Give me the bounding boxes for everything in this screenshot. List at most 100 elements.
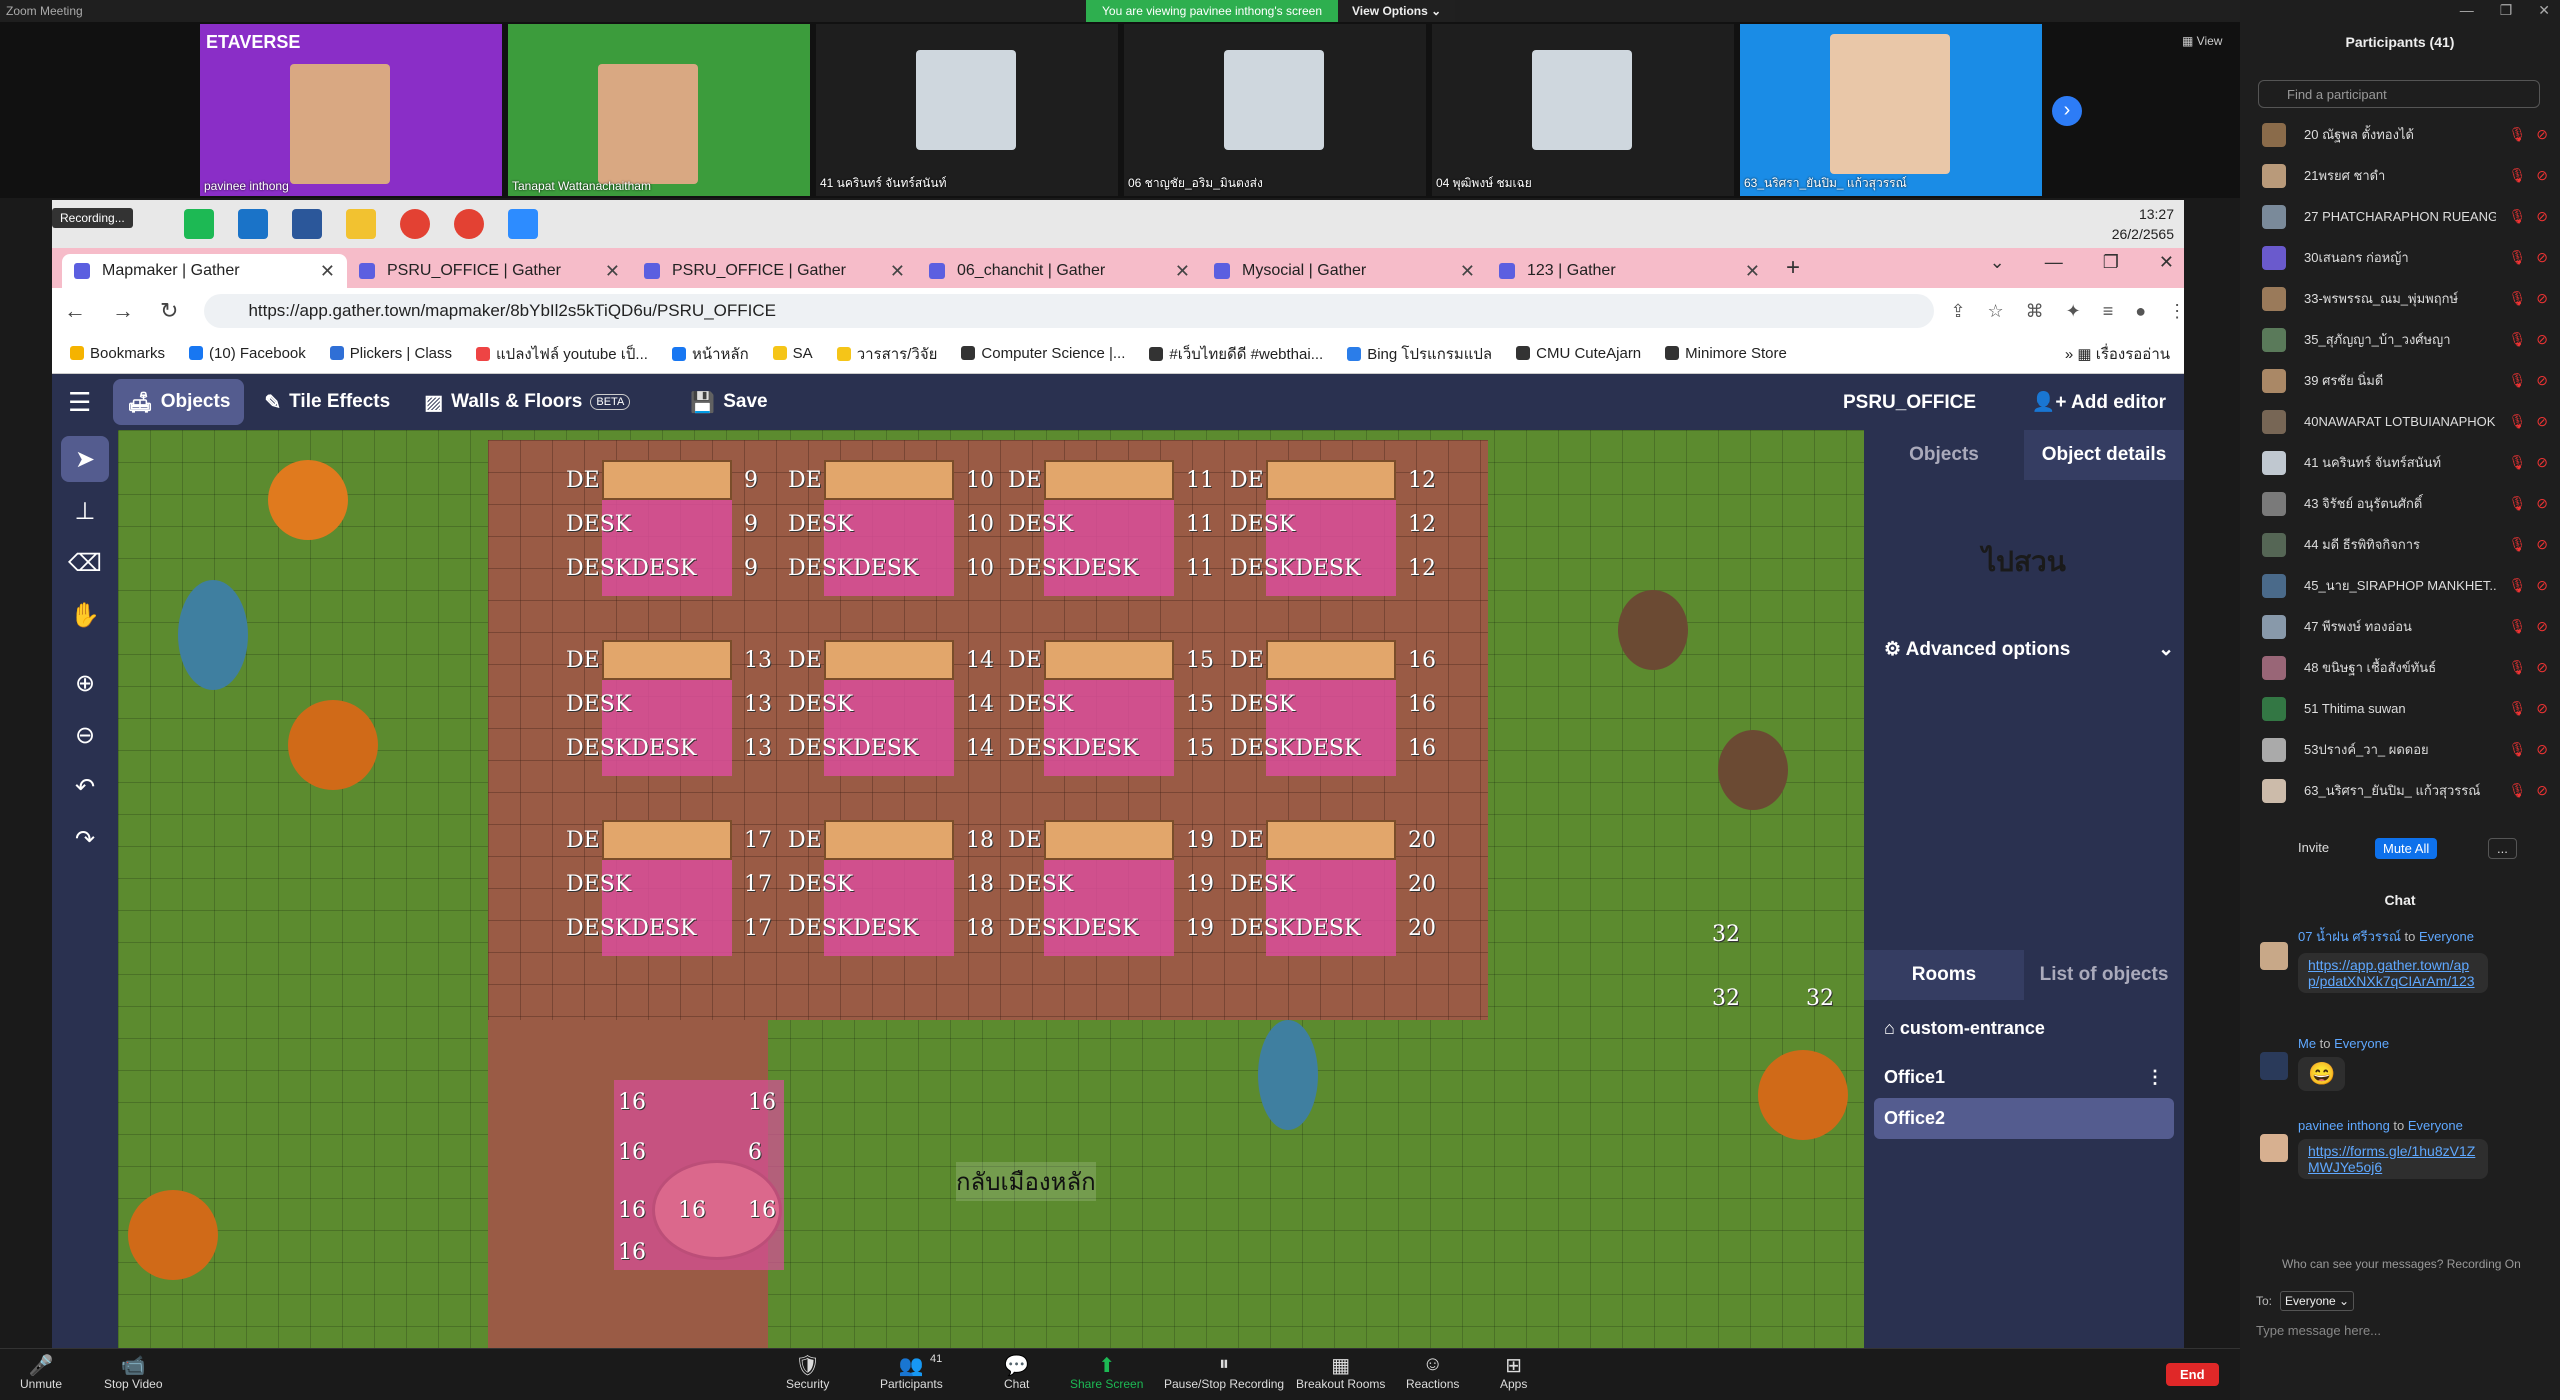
video-off-icon[interactable]: ⊘ (2536, 331, 2548, 348)
close-tab-icon[interactable]: ✕ (1745, 261, 1760, 282)
stamp-tool-icon[interactable]: ⊥ (61, 488, 109, 534)
muted-mic-icon[interactable]: 🎙 (2508, 536, 2526, 553)
zoom-reactions-button[interactable]: ☺ Reactions (1406, 1353, 1459, 1391)
zoom-apps-button[interactable]: ⊞ Apps (1500, 1353, 1527, 1391)
browser-tab[interactable]: PSRU_OFFICE | Gather ✕ (632, 254, 917, 288)
rooms-tab-list-of-objects[interactable]: List of objects (2024, 950, 2184, 1000)
chrome-icon-2[interactable] (454, 209, 484, 239)
muted-mic-icon[interactable]: 🎙 (2508, 454, 2526, 471)
video-off-icon[interactable]: ⊘ (2536, 249, 2548, 266)
zoom-stop-video-button[interactable]: 📹 Stop Video (104, 1353, 163, 1391)
browser-tab[interactable]: 123 | Gather ✕ (1487, 254, 1772, 288)
browser-tab[interactable]: Mysocial | Gather ✕ (1202, 254, 1487, 288)
side-tab-object-details[interactable]: Object details (2024, 430, 2184, 480)
participant-row[interactable]: 45_นาย_SIRAPHOP MANKHET... 🎙 ⊘ (2240, 565, 2560, 606)
participant-row[interactable]: 51 Thitima suwan 🎙 ⊘ (2240, 688, 2560, 729)
close-tab-icon[interactable]: ✕ (605, 261, 620, 282)
view-button[interactable]: ▦ View (2182, 34, 2222, 48)
bookmark-item[interactable]: แปลงไฟล์ youtube เป็... (476, 342, 648, 366)
video-tile[interactable]: ETAVERSE pavinee inthong (200, 24, 502, 196)
bookmark-item[interactable]: Computer Science |... (961, 345, 1125, 362)
maximize-icon[interactable]: ❐ (2103, 252, 2119, 273)
mute-all-button[interactable]: Mute All (2375, 838, 2438, 859)
muted-mic-icon[interactable]: 🎙 (2508, 249, 2526, 266)
zoom-unmute-button[interactable]: 🎤 Unmute (20, 1353, 62, 1391)
advanced-options-toggle[interactable]: ⚙ Advanced options ⌄ (1884, 638, 2174, 661)
browser-tab[interactable]: PSRU_OFFICE | Gather ✕ (347, 254, 632, 288)
muted-mic-icon[interactable]: 🎙 (2508, 126, 2526, 143)
video-tile[interactable]: 63_นริศรา_ยันปิม_ แก้วสุวรรณ์ (1740, 24, 2042, 196)
video-off-icon[interactable]: ⊘ (2536, 577, 2548, 594)
close-icon[interactable]: ✕ (2538, 2, 2550, 19)
kebab-menu-icon[interactable]: ⋮ (2168, 301, 2184, 322)
video-tile[interactable]: 04 พุฒิพงษ์ ชมเฉย (1432, 24, 1734, 196)
participant-row[interactable]: 44 มดี ธีรพิทิจกิจการ 🎙 ⊘ (2240, 524, 2560, 565)
back-icon[interactable]: ← (64, 298, 86, 324)
video-off-icon[interactable]: ⊘ (2536, 454, 2548, 471)
muted-mic-icon[interactable]: 🎙 (2508, 741, 2526, 758)
zoom-share-screen-button[interactable]: ⬆ Share Screen (1070, 1353, 1143, 1391)
side-tab-objects[interactable]: Objects (1864, 430, 2024, 480)
video-off-icon[interactable]: ⊘ (2536, 536, 2548, 553)
url-field[interactable]: https://app.gather.town/mapmaker/8bYbIl2… (204, 294, 1935, 328)
zoom-in-tool-icon[interactable]: ⊕ (61, 660, 109, 706)
new-tab-button[interactable]: + (1772, 254, 1814, 282)
participant-row[interactable]: 48 ขนิษฐา เชื้อสังข์ทันธ์ 🎙 ⊘ (2240, 647, 2560, 688)
video-off-icon[interactable]: ⊘ (2536, 413, 2548, 430)
video-off-icon[interactable]: ⊘ (2536, 741, 2548, 758)
muted-mic-icon[interactable]: 🎙 (2508, 495, 2526, 512)
close-tab-icon[interactable]: ✕ (1175, 261, 1190, 282)
participant-row[interactable]: 27 PHATCHARAPHON RUEANG... 🎙 ⊘ (2240, 196, 2560, 237)
muted-mic-icon[interactable]: 🎙 (2508, 700, 2526, 717)
participant-row[interactable]: 40NAWARAT LOTBUIANAPHOK... 🎙 ⊘ (2240, 401, 2560, 442)
video-off-icon[interactable]: ⊘ (2536, 290, 2548, 307)
undo-tool-icon[interactable]: ↶ (61, 764, 109, 810)
video-off-icon[interactable]: ⊘ (2536, 782, 2548, 799)
hamburger-menu-icon[interactable]: ☰ (68, 387, 91, 418)
minimize-icon[interactable]: — (2460, 2, 2474, 19)
close-tab-icon[interactable]: ✕ (320, 261, 335, 282)
close-tab-icon[interactable]: ✕ (890, 261, 905, 282)
end-meeting-button[interactable]: End (2166, 1363, 2219, 1386)
invite-button[interactable]: Invite (2298, 840, 2329, 855)
other-bookmarks[interactable]: » ▦ เรื่องรออ่าน (2065, 342, 2170, 366)
bookmark-item[interactable]: Bing โปรแกรมแปล (1347, 342, 1492, 366)
add-editor-button[interactable]: 👤+ Add editor (2032, 390, 2166, 414)
room-item[interactable]: Office1 ⋮ (1874, 1057, 2174, 1098)
muted-mic-icon[interactable]: 🎙 (2508, 618, 2526, 635)
forward-icon[interactable]: → (112, 298, 134, 324)
profile-avatar[interactable]: ● (2135, 301, 2146, 322)
bookmark-item[interactable]: #เว็บไทยดีดี #webthai... (1149, 342, 1323, 366)
participant-row[interactable]: 20 ณัฐพล ตั้งทองได้ 🎙 ⊘ (2240, 114, 2560, 155)
participant-row[interactable]: 43 จิรัชย์ อนุรัตนศักดิ์ 🎙 ⊘ (2240, 483, 2560, 524)
message-text[interactable]: https://app.gather.town/app/pdatXNXk7qCI… (2298, 953, 2488, 993)
eraser-tool-icon[interactable]: ⌫ (61, 540, 109, 586)
video-tile[interactable]: 06 ชาญชัย_อริม_มินตงส่ง (1124, 24, 1426, 196)
bookmark-item[interactable]: Minimore Store (1665, 345, 1787, 362)
muted-mic-icon[interactable]: 🎙 (2508, 290, 2526, 307)
participant-row[interactable]: 35_สุภัญญา_บ้า_วงศ์ษญา 🎙 ⊘ (2240, 319, 2560, 360)
reload-icon[interactable]: ↻ (160, 298, 178, 324)
word-icon[interactable] (292, 209, 322, 239)
browser-tab[interactable]: 06_chanchit | Gather ✕ (917, 254, 1202, 288)
tab-search-icon[interactable]: ⌄ (1990, 252, 2005, 273)
participant-row[interactable]: 41 นครินทร์ จันทร์สนันท์ 🎙 ⊘ (2240, 442, 2560, 483)
close-window-icon[interactable]: ✕ (2159, 252, 2174, 273)
select-tool-icon[interactable]: ➤ (61, 436, 109, 482)
zoom-chat-button[interactable]: 💬 Chat (1004, 1353, 1029, 1391)
video-off-icon[interactable]: ⊘ (2536, 659, 2548, 676)
video-off-icon[interactable]: ⊘ (2536, 700, 2548, 717)
chrome-icon[interactable] (400, 209, 430, 239)
bookmark-item[interactable]: หน้าหลัก (671, 342, 749, 366)
zoom-security-button[interactable]: 🛡 Security (786, 1353, 829, 1391)
menu-tile-effects-button[interactable]: ✎ Tile Effects (250, 379, 404, 425)
room-menu-icon[interactable]: ⋮ (2146, 1067, 2164, 1088)
find-participant-input[interactable]: Find a participant (2258, 80, 2540, 108)
video-off-icon[interactable]: ⊘ (2536, 372, 2548, 389)
extensions-icon[interactable]: ✦ (2066, 301, 2081, 322)
translate-icon[interactable]: ⌘ (2026, 301, 2044, 322)
muted-mic-icon[interactable]: 🎙 (2508, 372, 2526, 389)
zoom-pause-stop-recording-button[interactable]: ⏸ Pause/Stop Recording (1164, 1353, 1284, 1391)
participant-row[interactable]: 30เสนอกร ก่อหญ้า 🎙 ⊘ (2240, 237, 2560, 278)
close-tab-icon[interactable]: ✕ (1460, 261, 1475, 282)
